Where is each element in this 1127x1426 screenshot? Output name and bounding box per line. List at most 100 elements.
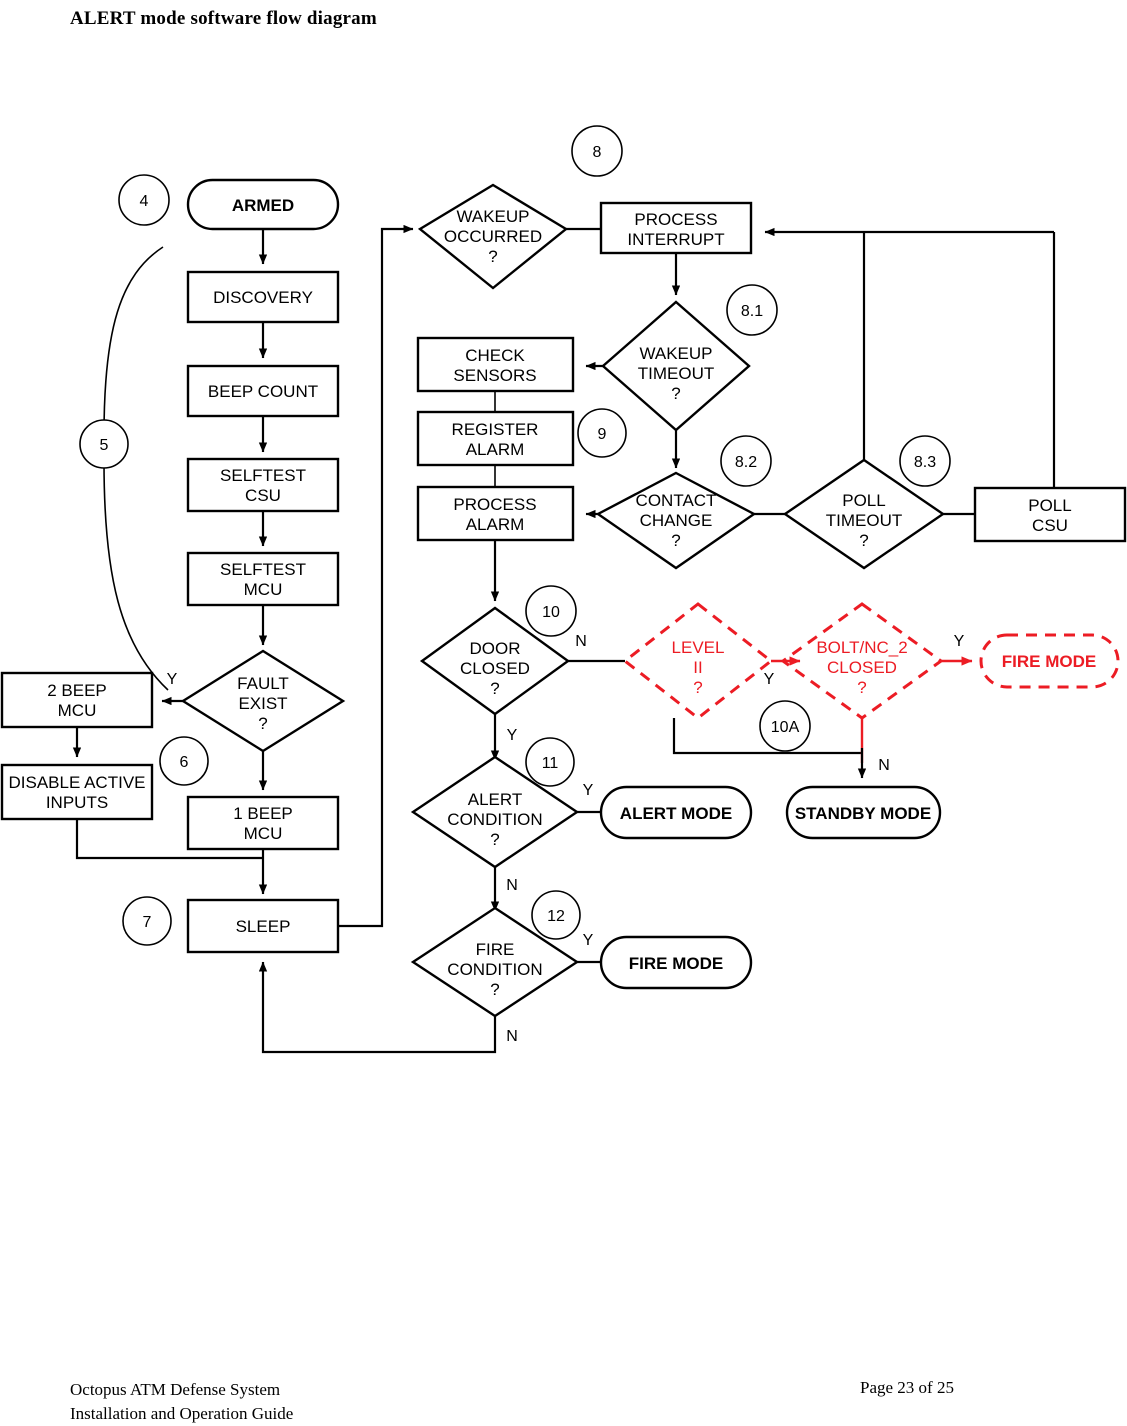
node-2-beep-mcu-label-2: MCU (58, 701, 97, 720)
node-fire-mode: FIRE MODE (599, 935, 753, 990)
branch-label-fire-y: Y (583, 932, 594, 949)
node-level-ii-label-2: II (693, 658, 702, 677)
node-bolt-label-3: ? (857, 678, 866, 697)
ref-circle-11: 11 (525, 737, 575, 787)
node-process-interrupt: PROCESS INTERRUPT (599, 201, 753, 255)
node-check-sensors-label-1: CHECK (465, 346, 525, 365)
branch-label-door-y: Y (507, 727, 518, 744)
node-standby-mode-label: STANDBY MODE (795, 804, 931, 823)
ref-6-label: 6 (180, 754, 189, 771)
branch-label-bolt-n: N (878, 757, 890, 774)
node-register-alarm-label-2: ALARM (466, 440, 525, 459)
node-fire-condition-label-3: ? (490, 980, 499, 999)
node-poll-timeout-label-2: TIMEOUT (826, 511, 903, 530)
node-fire-mode-label: FIRE MODE (629, 954, 723, 973)
node-wakeup-timeout-label-2: TIMEOUT (638, 364, 715, 383)
ref-83-label: 8.3 (914, 454, 936, 471)
ref-circle-6: 6 (159, 736, 209, 786)
node-selftest-csu-label-2: CSU (245, 486, 281, 505)
node-wakeup-timeout-label-3: ? (671, 384, 680, 403)
node-contact-change-label-2: CHANGE (640, 511, 713, 530)
ref-circle-83: 8.3 (899, 435, 951, 487)
ref-circle-5: 5 (79, 419, 129, 469)
node-contact-change-label-3: ? (671, 531, 680, 550)
ref-9-label: 9 (598, 426, 607, 443)
node-selftest-csu: SELFTEST CSU (186, 457, 340, 513)
node-process-alarm-label-1: PROCESS (453, 495, 536, 514)
node-fire-mode-red: FIRE MODE (979, 633, 1120, 689)
node-process-interrupt-label-1: PROCESS (634, 210, 717, 229)
node-level-ii-label-1: LEVEL (672, 638, 725, 657)
node-bolt-nc2-closed: BOLT/NC_2 CLOSED ? (780, 602, 944, 720)
node-alert-mode: ALERT MODE (599, 785, 753, 840)
footer-page-number: Page 23 of 25 (860, 1378, 954, 1397)
node-contact-change: CONTACT CHANGE ? (595, 471, 757, 570)
node-poll-csu: POLL CSU (973, 486, 1127, 543)
node-sleep-label: SLEEP (236, 917, 291, 936)
node-fault-exist: FAULT EXIST ? (180, 649, 346, 753)
node-selftest-csu-label-1: SELFTEST (220, 466, 306, 485)
node-fire-mode-red-label: FIRE MODE (1002, 652, 1096, 671)
ref-circle-12: 12 (531, 890, 581, 940)
node-discovery: DISCOVERY (186, 270, 340, 324)
node-wakeup-timeout-label-1: WAKEUP (639, 344, 712, 363)
ref-10a-label: 10A (771, 719, 800, 736)
ref-11-label: 11 (542, 755, 559, 772)
node-1-beep-mcu-label-2: MCU (244, 824, 283, 843)
node-process-interrupt-label-2: INTERRUPT (627, 230, 724, 249)
node-door-closed-label-2: CLOSED (460, 659, 530, 678)
ref-5-label: 5 (100, 437, 109, 454)
node-fire-condition-label-2: CONDITION (447, 960, 542, 979)
node-level-ii: LEVEL II ? (622, 602, 774, 720)
node-register-alarm-label-1: REGISTER (452, 420, 539, 439)
node-2-beep-mcu-label-1: 2 BEEP (47, 681, 107, 700)
node-register-alarm: REGISTER ALARM (416, 410, 575, 467)
node-disable-inputs-label-1: DISABLE ACTIVE (9, 773, 146, 792)
node-2-beep-mcu: 2 BEEP MCU (0, 671, 154, 729)
node-fault-exist-label-3: ? (258, 714, 267, 733)
node-selftest-mcu-label-2: MCU (244, 580, 283, 599)
branch-label-fault-y: Y (167, 671, 178, 688)
node-contact-change-label-1: CONTACT (636, 491, 717, 510)
ref-circle-81: 8.1 (726, 284, 778, 336)
branch-label-fire-n: N (506, 1028, 518, 1045)
node-alert-mode-label: ALERT MODE (620, 804, 732, 823)
node-selftest-mcu-label-1: SELFTEST (220, 560, 306, 579)
node-check-sensors-label-2: SENSORS (453, 366, 536, 385)
node-beep-count: BEEP COUNT (186, 364, 340, 418)
node-poll-timeout-label-1: POLL (842, 491, 885, 510)
node-alert-condition-label-1: ALERT (468, 790, 523, 809)
footer-line-2: Installation and Operation Guide (70, 1404, 294, 1423)
branch-label-alert-y: Y (583, 782, 594, 799)
node-fault-exist-label-2: EXIST (238, 694, 287, 713)
edge-ref5-curve-lower (103, 461, 169, 691)
node-door-closed-label-3: ? (490, 679, 499, 698)
node-armed: ARMED (186, 178, 340, 231)
node-discovery-label: DISCOVERY (213, 288, 313, 307)
node-1-beep-mcu-label-1: 1 BEEP (233, 804, 293, 823)
node-disable-inputs-label-2: INPUTS (46, 793, 108, 812)
node-wakeup-timeout: WAKEUP TIMEOUT ? (601, 300, 751, 432)
ref-12-label: 12 (547, 908, 565, 925)
node-wakeup-occurred-label-3: ? (488, 247, 497, 266)
node-bolt-label-2: CLOSED (827, 658, 897, 677)
node-1-beep-mcu: 1 BEEP MCU (186, 795, 340, 851)
edge-sleep-to-wakeup-occurred (338, 224, 414, 928)
node-disable-active-inputs: DISABLE ACTIVE INPUTS (0, 763, 154, 821)
node-poll-csu-label-2: CSU (1032, 516, 1068, 535)
branch-label-level-y: Y (764, 671, 775, 688)
ref-81-label: 8.1 (741, 303, 763, 320)
node-armed-label: ARMED (232, 196, 294, 215)
ref-circle-10: 10 (525, 585, 577, 637)
branch-label-alert-n: N (506, 877, 518, 894)
ref-8-label: 8 (593, 144, 602, 161)
node-sleep: SLEEP (186, 898, 340, 954)
footer-line-1: Octopus ATM Defense System (70, 1380, 281, 1399)
ref-10-label: 10 (542, 604, 560, 621)
branch-label-bolt-y: Y (954, 633, 965, 650)
ref-circle-8: 8 (571, 125, 623, 177)
node-process-alarm: PROCESS ALARM (416, 485, 575, 542)
node-level-ii-label-3: ? (693, 678, 702, 697)
node-poll-timeout-label-3: ? (859, 531, 868, 550)
ref-circle-9: 9 (577, 408, 627, 458)
